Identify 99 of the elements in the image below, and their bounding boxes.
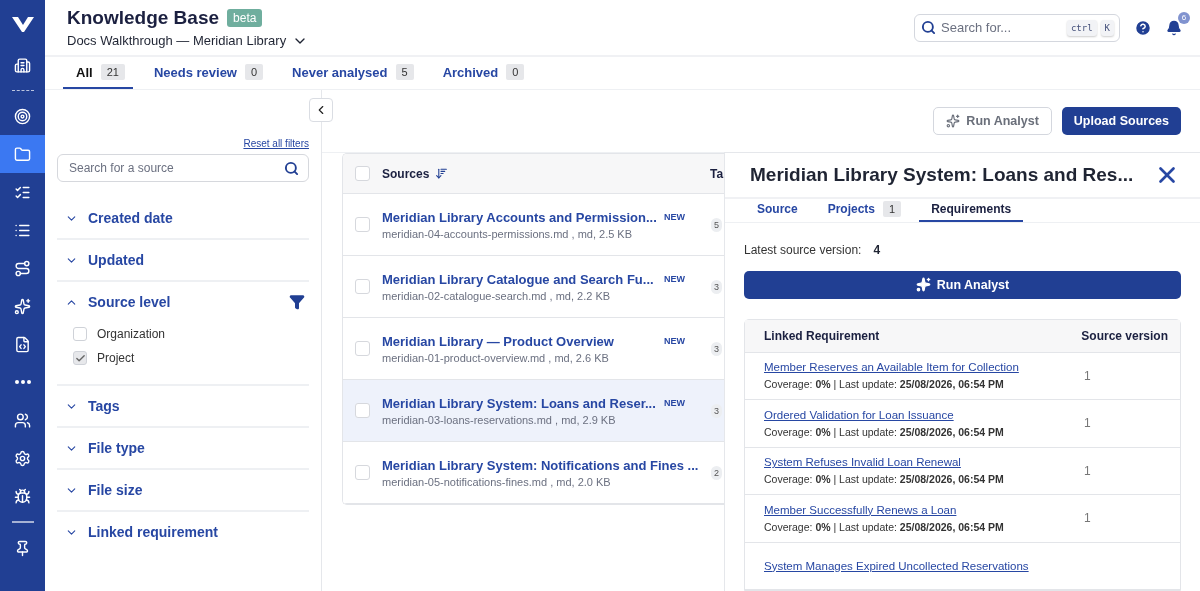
version-cell-text: 1 [1084,368,1092,383]
source-meta: meridian-04-accounts-permissions.md , md, 2.5 KB [382,227,634,240]
pin-icon [14,539,31,557]
page-title: Knowledge Base [67,6,220,29]
checkbox[interactable] [355,279,370,294]
new-label: NEW [664,398,685,408]
source-meta: meridian-01-product-overview.md , md, 2.6 KB [382,351,610,364]
requirement-link[interactable]: Member Successfully Renews a Loan [764,503,1084,516]
tag-count: 3 [711,279,722,294]
collapse-button[interactable] [309,98,333,122]
users-icon [14,411,31,429]
filter-section-header[interactable]: File type [57,428,309,468]
column-header: Linked Requirement [764,328,881,343]
source-title-link[interactable]: Meridian Library Catalogue and Search Fu... [382,271,652,287]
requirement-link[interactable]: System Manages Expired Uncollected Reservations [764,559,1180,572]
tag-count: 3 [711,341,722,356]
filter-section-header[interactable]: Source level [57,282,309,322]
version-label: Latest source version: [744,242,862,257]
new-label: NEW [664,274,685,284]
building-icon [14,56,31,74]
bug-icon [14,487,31,505]
route-icon [14,259,31,277]
version-value: 4 [873,242,881,257]
requirement-meta: Coverage: 0% | Last update: 25/08/2026, 06:54 PM [764,378,1005,391]
nav-item[interactable] [0,135,45,173]
drawer-tab[interactable]: Requirements [919,198,1024,222]
tag-count: 5 [711,217,722,232]
tab[interactable]: Never analysed 5 [279,57,422,89]
run-analyst-button[interactable]: Run Analyst [744,270,1181,299]
help-button[interactable] [1134,18,1152,37]
sort-icon [435,167,449,180]
reset-filters-link[interactable]: Reset all filters [243,138,309,149]
drawer-title: Meridian Library System: Loans and Res... [750,163,1135,186]
new-label: NEW [664,336,685,346]
new-label: NEW [664,212,685,222]
checkbox[interactable] [73,327,87,341]
requirement-link[interactable]: Ordered Validation for Loan Issuance [764,408,1084,421]
requirement-meta: Coverage: 0% | Last update: 25/08/2026, 06:54 PM [764,425,1005,438]
checkbox[interactable] [355,217,370,232]
search-icon [284,160,299,176]
column-header: Source version [1081,328,1168,343]
bell-icon [1166,19,1182,36]
tab-count: 0 [245,64,264,80]
sparkles-icon [915,277,931,292]
requirement-link[interactable]: System Refuses Invalid Loan Renewal [764,456,1084,469]
source-row[interactable]: Meridian Library System: Loans and Reser... NEW meridian-03-loans-reservations.md , md, 2.9 KB 3 [343,380,724,442]
requirement-link[interactable]: Member Reserves an Available Item for Collection [764,361,1084,374]
filter-section-header[interactable]: Linked requirement [57,512,309,552]
filter-option[interactable]: Organization [57,322,309,346]
sparkles-icon [946,114,961,128]
source-meta: meridian-03-loans-reservations.md , md, 2.9 KB [382,413,617,426]
column-header[interactable]: Sources [382,166,698,181]
target-icon [14,107,31,125]
search-icon [921,20,936,35]
checkbox[interactable] [355,341,370,356]
upload-sources-button[interactable]: Upload Sources [1061,107,1181,135]
requirement-meta: Coverage: 0% | Last update: 25/08/2026, 06:54 PM [764,473,1005,486]
folder-icon [14,145,31,163]
tab[interactable]: Needs review 0 [140,57,272,89]
beta-badge: beta [227,8,263,27]
tab-count: 0 [506,64,525,80]
tab[interactable]: Archived 0 [429,57,533,89]
version-cell-text: 1 [1084,416,1092,431]
source-search-field[interactable]: Search for a source [57,154,309,182]
checkbox[interactable] [73,351,87,365]
version-cell-text: 1 [1084,463,1092,478]
tab-count: 1 [883,201,902,218]
filter-section-header[interactable]: Updated [57,240,309,280]
file-code-icon [14,335,31,353]
drawer-tab[interactable]: Source [745,198,810,222]
source-title-link[interactable]: Meridian Library System: Notifications and Fines ... [382,457,699,473]
version-cell-text: 1 [1084,511,1092,526]
checkbox[interactable] [355,166,370,181]
tag-count: 2 [711,465,722,480]
filter-section-header[interactable]: File size [57,470,309,510]
more-icon [14,380,31,384]
tab-count: 5 [395,64,414,80]
notifications-button[interactable] [1166,19,1182,36]
source-meta: meridian-05-notifications-fines.md , md, 2.0 KB [382,475,612,488]
checkbox[interactable] [355,465,370,480]
filter-section-header[interactable]: Tags [57,386,309,426]
run-analyst-button[interactable]: Run Analyst [933,107,1052,135]
notification-count: 6 [1178,11,1190,24]
filter-option[interactable]: Project [57,346,309,370]
logo-icon [10,14,35,34]
requirement-meta: Coverage: 0% | Last update: 25/08/2026, 06:54 PM [764,520,1005,533]
sparkles-icon [14,297,31,315]
tag-count: 3 [711,403,722,418]
drawer-tab[interactable]: Projects 1 [815,198,914,222]
source-meta: meridian-02-catalogue-search.md , md, 2.2 KB [382,289,612,302]
gear-icon [14,449,31,467]
tab[interactable]: All 21 [63,57,133,89]
source-title-link[interactable]: Meridian Library — Product Overview [382,333,652,349]
checkbox[interactable] [355,403,370,418]
project-selector[interactable]: Docs Walkthrough — Meridian Library [67,32,914,49]
filter-section-header[interactable]: Created date [57,198,309,238]
help-icon [1134,18,1152,37]
column-header: Ta [710,166,724,181]
tab-count: 21 [100,64,125,80]
